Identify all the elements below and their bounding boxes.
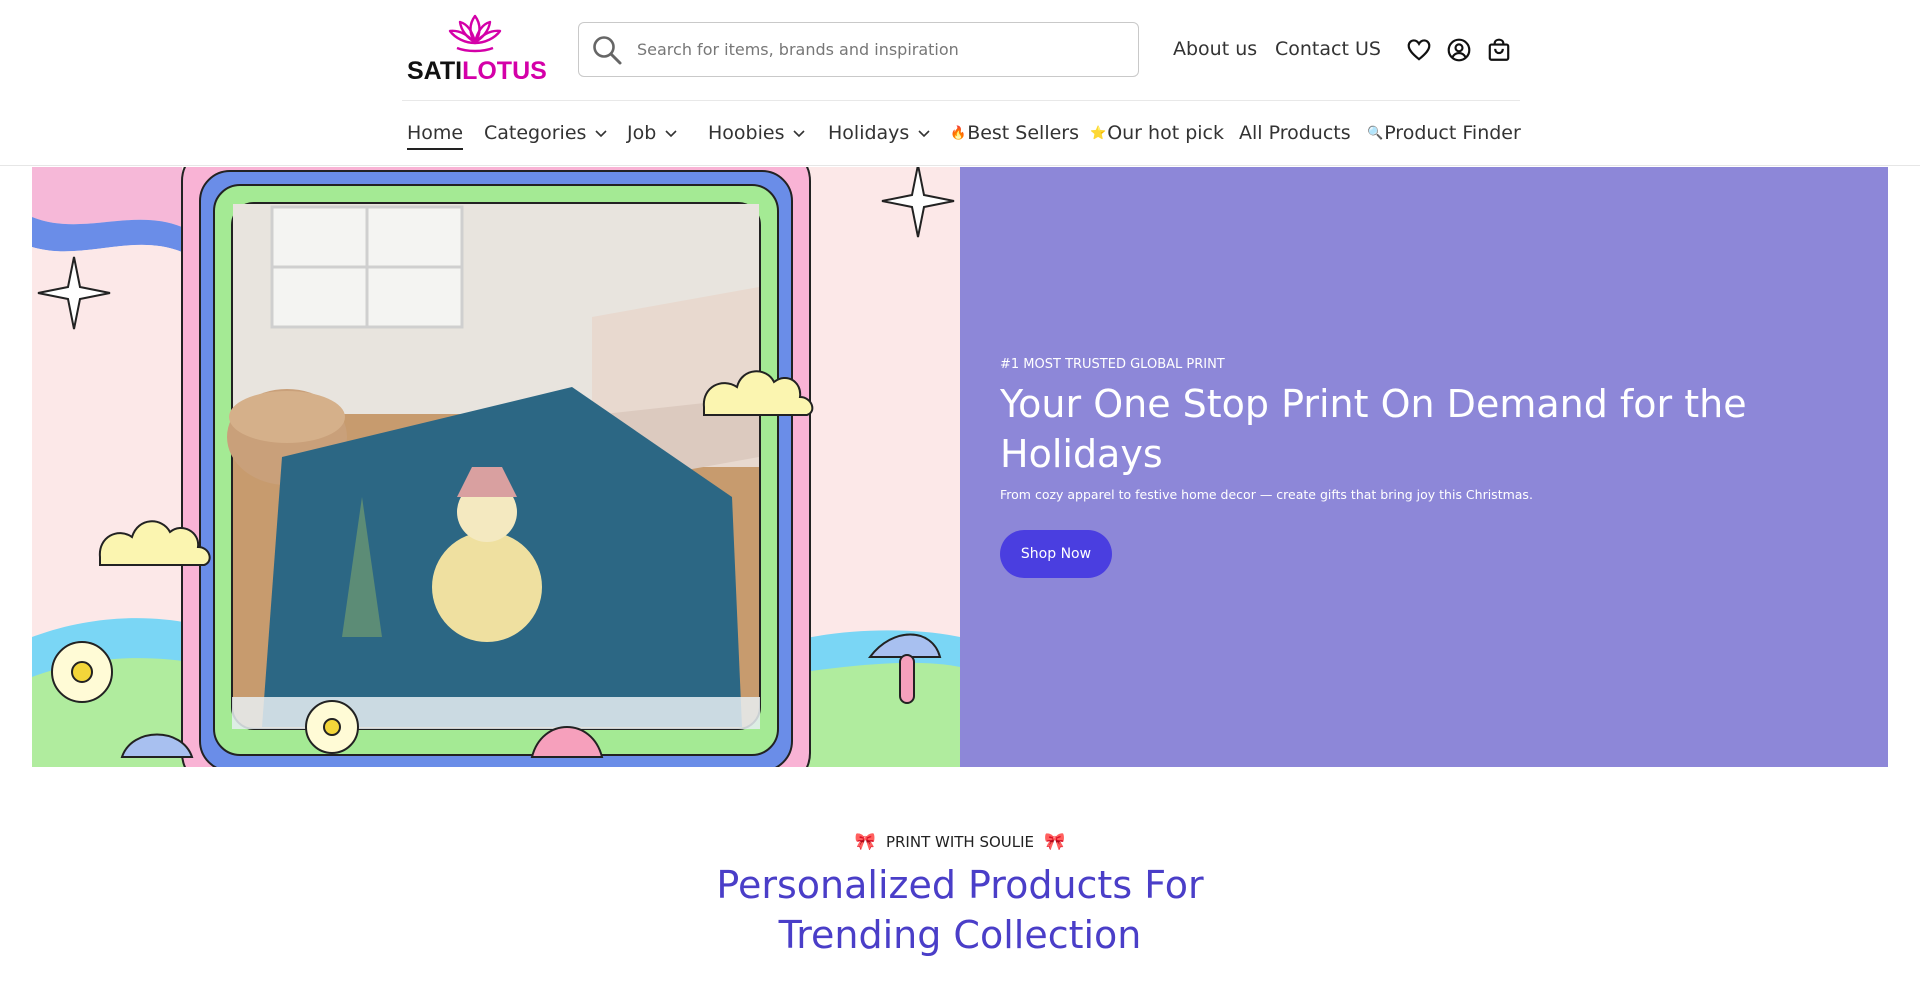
nav-hot-pick[interactable]: ⭐ Our hot pick xyxy=(1090,122,1224,144)
chevron-down-icon xyxy=(665,130,677,138)
about-us-link[interactable]: About us xyxy=(1173,38,1257,60)
heart-icon[interactable] xyxy=(1406,37,1432,63)
nav-all-products-label: All Products xyxy=(1239,122,1351,144)
hero-subtitle: From cozy apparel to festive home decor … xyxy=(1000,487,1533,502)
nav-product-finder-label: Product Finder xyxy=(1384,122,1521,144)
nav-holidays[interactable]: Holidays xyxy=(828,122,931,144)
chevron-down-icon xyxy=(793,130,806,138)
nav-hot-pick-label: Our hot pick xyxy=(1107,122,1224,144)
section-eyebrow-label: PRINT WITH SOULIE xyxy=(885,833,1035,851)
magnifier-icon: 🔍 xyxy=(1367,125,1384,141)
nav-categories-label: Categories xyxy=(484,122,587,144)
star-icon: ⭐ xyxy=(1090,125,1107,141)
site-logo[interactable]: SATILOTUS xyxy=(407,12,547,85)
fire-icon: 🔥 xyxy=(950,125,967,141)
section-title-label: Personalized Products For Trending Colle… xyxy=(716,863,1204,957)
nav-home[interactable]: Home xyxy=(407,122,464,150)
nav-product-finder[interactable]: 🔍 Product Finder xyxy=(1367,122,1521,144)
section-title: Personalized Products For Trending Colle… xyxy=(0,860,1920,960)
hero-title: Your One Stop Print On Demand for the Ho… xyxy=(1000,382,1747,476)
search-icon[interactable] xyxy=(591,34,623,66)
nav-home-label: Home xyxy=(407,122,464,144)
search-bar xyxy=(578,22,1139,77)
nav-categories[interactable]: Categories xyxy=(484,122,608,144)
hero-illustration xyxy=(32,167,960,767)
contact-us-link[interactable]: Contact US xyxy=(1275,38,1381,60)
logo-wordmark: SATILOTUS xyxy=(407,57,547,85)
nav-hoobies-label: Hoobies xyxy=(708,122,785,144)
hero-panel: #1 MOST TRUSTED GLOBAL PRINT Your One St… xyxy=(960,167,1888,767)
nav-best-sellers-label: Best Sellers xyxy=(967,122,1080,144)
section-eyebrow: 🎀 PRINT WITH SOULIE 🎀 xyxy=(0,832,1920,852)
header-divider xyxy=(402,100,1520,101)
lotus-icon xyxy=(448,14,502,53)
nav-all-products[interactable]: All Products xyxy=(1239,122,1351,144)
bow-icon: 🎀 xyxy=(1044,832,1066,852)
chevron-down-icon xyxy=(595,130,607,138)
hero-image xyxy=(32,167,960,767)
nav-job-label: Job xyxy=(627,122,657,144)
nav-job[interactable]: Job xyxy=(627,122,678,144)
bow-icon: 🎀 xyxy=(854,832,876,852)
nav-best-sellers[interactable]: 🔥 Best Sellers xyxy=(950,122,1079,144)
search-input[interactable] xyxy=(637,23,1127,75)
chevron-down-icon xyxy=(918,130,930,138)
nav-hoobies[interactable]: Hoobies xyxy=(708,122,806,144)
shopping-bag-icon[interactable] xyxy=(1486,37,1512,63)
user-icon[interactable] xyxy=(1446,37,1472,63)
site-header: SATILOTUS About us Contact US Home Categ… xyxy=(0,0,1920,166)
hero-eyebrow: #1 MOST TRUSTED GLOBAL PRINT xyxy=(1000,357,1225,372)
shop-now-button[interactable]: Shop Now xyxy=(1000,530,1112,578)
nav-holidays-label: Holidays xyxy=(828,122,910,144)
